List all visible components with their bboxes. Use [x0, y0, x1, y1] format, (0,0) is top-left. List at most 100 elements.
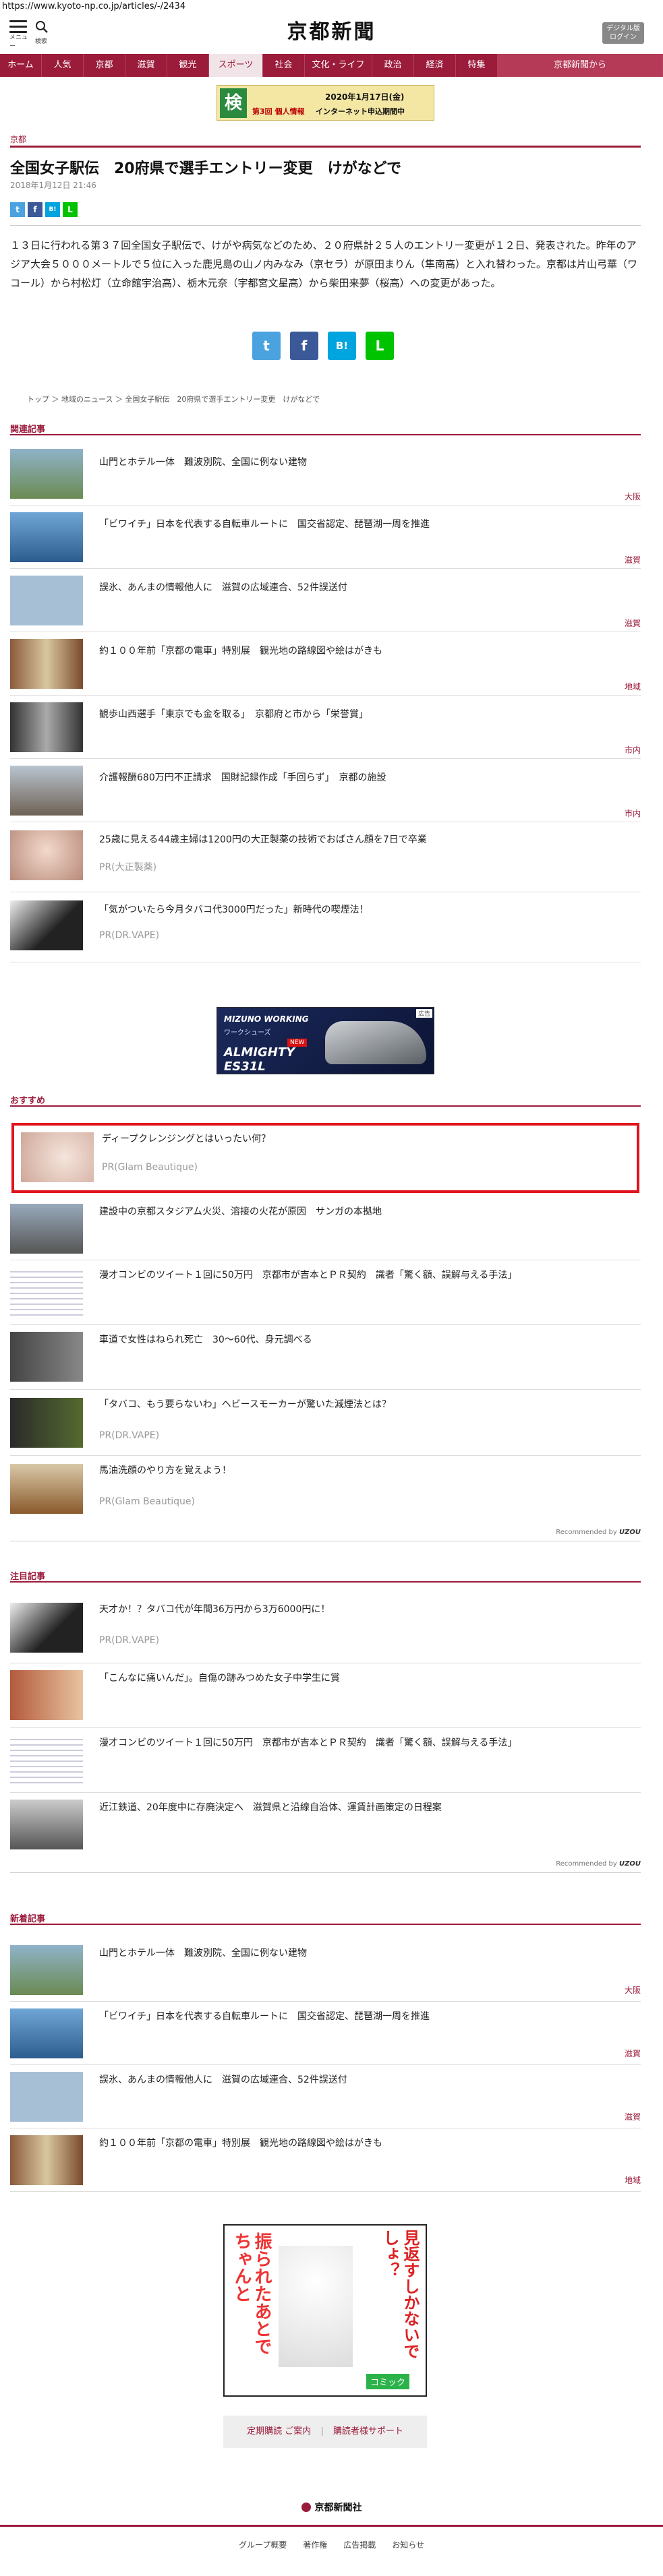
featured-recommended-by[interactable]: Recommended by UZOU [472, 1860, 641, 1868]
list-item-tag: 地域 [624, 2176, 641, 2185]
nav-from-kyoto-np[interactable]: 京都新聞から [498, 54, 663, 77]
footer: グループ概要 著作権 広告掲載 お知らせ [0, 2525, 663, 2576]
share-buttons-large: t f B! L [252, 332, 394, 360]
list-item[interactable]: 観歩山西選手「東京でも金を取る」 京都府と市から「栄誉賞」 市内 [10, 696, 641, 759]
footer-link-copyright[interactable]: 著作権 [303, 2539, 327, 2550]
pr-label: PR(DR.VAPE) [99, 930, 160, 941]
list-item[interactable]: 建設中の京都スタジアム火災、溶接の火花が原因 サンガの本拠地 [10, 1197, 641, 1260]
list-item-tag: 市内 [624, 809, 641, 818]
pr-label: PR(大正製薬) [99, 862, 157, 873]
recommended-by[interactable]: Recommended by UZOU [472, 1529, 641, 1536]
mizuno-banner-ad[interactable]: MIZUNO WORKING ワークシューズ ALMIGHTY ES31L NE… [217, 1007, 434, 1074]
nav-tourism[interactable]: 観光 [167, 54, 209, 77]
list-item[interactable]: 「ビワイチ」日本を代表する自転車ルートに 国交省認定、琵琶湖一周を推進 滋賀 [10, 505, 641, 569]
manga-ad[interactable]: 振られたあとでちゃんと 見返すしかないでしょ？ コミック [223, 2224, 427, 2397]
list-item[interactable]: 「ビワイチ」日本を代表する自転車ルートに 国交省認定、琵琶湖一周を推進 滋賀 [10, 2002, 641, 2065]
footer-logo[interactable]: 京都新聞社 [0, 2501, 663, 2514]
thumbnail [10, 2072, 83, 2122]
nav-politics[interactable]: 政治 [372, 54, 414, 77]
subscribe-link[interactable]: 定期購読 ご案内 [247, 2426, 311, 2436]
list-item[interactable]: 山門とホテル一体 難波別院、全国に例ない建物 大阪 [10, 1938, 641, 2002]
nav-kyoto[interactable]: 京都 [84, 54, 125, 77]
nav-economy[interactable]: 経済 [414, 54, 456, 77]
related-rule [10, 434, 641, 435]
support-link[interactable]: 購読者様サポート [333, 2426, 403, 2436]
list-item[interactable]: 漫才コンビのツイート１回に50万円 京都市が吉本とＰＲ契約 識者「驚く額、誤解与… [10, 1728, 641, 1793]
thumbnail [10, 766, 83, 816]
related-section-title: 関連記事 [10, 425, 46, 435]
shoe-image [325, 1021, 426, 1064]
list-item[interactable]: 介護報酬680万円不正請求 国財記録作成「手回らず」 京都の施設 市内 [10, 759, 641, 822]
top-banner-ad[interactable]: 検 第3回 個人情報 インターネット申込期間中 2020年1月17日(金) [217, 85, 434, 121]
list-item[interactable]: 誤氷、あんまの情報他人に 滋賀の広域連合、52件誤送付 滋賀 [10, 569, 641, 632]
divider [10, 225, 641, 226]
footer-link-group[interactable]: グループ概要 [239, 2539, 287, 2550]
list-item-pr[interactable]: 25歳に見える44歳主婦は1200円の大正製薬の技術でおばさん顔を7日で卒業 P… [10, 822, 641, 892]
thumbnail [10, 2135, 83, 2185]
list-item[interactable]: 「こんなに痛いんだ」。自傷の跡みつめた女子中学生に賞 [10, 1663, 641, 1728]
twitter-icon[interactable]: t [10, 202, 25, 217]
nav-sports[interactable]: スポーツ [209, 54, 263, 77]
digital-login-button[interactable]: デジタル版 ログイン [602, 22, 644, 44]
hatena-icon[interactable]: B! [45, 202, 60, 217]
pr-label: PR(Glam Beautique) [99, 1496, 195, 1507]
list-item-title: 「タバコ、もう要らないわ」ヘビースモーカーが驚いた減煙法とは？ [99, 1399, 391, 1410]
ad-text-2: インターネット申込期間中 [316, 107, 405, 116]
line-icon[interactable]: L [63, 202, 78, 217]
list-item-tag: 大阪 [624, 1986, 641, 1995]
nav-shiga[interactable]: 滋賀 [125, 54, 167, 77]
login-label: ログイン [610, 34, 637, 41]
site-logo[interactable]: 京都新聞 [0, 20, 663, 44]
thumbnail [10, 512, 83, 562]
featured-rule [10, 1581, 641, 1583]
thumbnail [10, 1670, 83, 1720]
list-item[interactable]: 誤氷、あんまの情報他人に 滋賀の広域連合、52件誤送付 滋賀 [10, 2065, 641, 2128]
list-item[interactable]: 約１００年前「京都の電車」特別展 観光地の路線図や絵はがきも 地域 [10, 2128, 641, 2192]
thumbnail [10, 2008, 83, 2058]
ad-text-1: 第3回 個人情報 [252, 107, 305, 116]
list-item-title: 「気がついたら今月タバコ代3000円だった」新時代の喫煙法！ [99, 904, 369, 915]
list-item-pr[interactable]: 「タバコ、もう要らないわ」ヘビースモーカーが驚いた減煙法とは？ PR(DR.VA… [10, 1390, 641, 1456]
list-item-tag: 滋賀 [624, 2049, 641, 2058]
ad-sub: ワークシューズ [224, 1029, 271, 1037]
thumbnail [10, 1800, 83, 1849]
thumbnail [10, 1398, 83, 1448]
thumbnail [10, 1464, 83, 1514]
nav-popular[interactable]: 人気 [42, 54, 84, 77]
footer-link-news[interactable]: お知らせ [392, 2539, 424, 2550]
hatena-share-icon[interactable]: B! [328, 332, 356, 360]
nav-home[interactable]: ホーム [0, 54, 42, 77]
uzou-logo: UZOU [619, 1529, 641, 1536]
facebook-share-icon[interactable]: f [290, 332, 318, 360]
list-item-pr-highlighted[interactable]: ディープクレンジングとはいったい何？ PR(Glam Beautique) [11, 1123, 639, 1193]
url-bar[interactable]: https://www.kyoto-np.co.jp/articles/-/24… [0, 0, 663, 13]
list-item[interactable]: 約１００年前「京都の電車」特別展 観光地の路線図や絵はがきも 地域 [10, 632, 641, 696]
line-share-icon[interactable]: L [366, 332, 394, 360]
thumbnail [10, 900, 83, 950]
nav-feature[interactable]: 特集 [456, 54, 498, 77]
list-item[interactable]: 近江鉄道、20年度中に存廃決定へ 滋賀県と沿線自治体、運賃計画策定の日程案 [10, 1793, 641, 1859]
list-item[interactable]: 山門とホテル一体 難波別院、全国に例ない建物 大阪 [10, 442, 641, 505]
thumbnail [21, 1132, 94, 1182]
company-name: 京都新聞社 [314, 2503, 362, 2513]
list-item[interactable]: 車道で女性はねられ死亡 30～60代、身元調べる [10, 1325, 641, 1390]
list-item-title: 近江鉄道、20年度中に存廃決定へ 滋賀県と沿線自治体、運賃計画策定の日程案 [99, 1802, 442, 1813]
nav-society[interactable]: 社会 [263, 54, 305, 77]
twitter-share-icon[interactable]: t [252, 332, 281, 360]
list-item-title: ディープクレンジングとはいったい何？ [102, 1134, 271, 1144]
list-item-pr[interactable]: 「気がついたら今月タバコ代3000円だった」新時代の喫煙法！ PR(DR.VAP… [10, 892, 641, 962]
list-item-pr[interactable]: 馬油洗顔のやり方を覚えよう！ PR(Glam Beautique) [10, 1456, 641, 1522]
article-category[interactable]: 京都 [10, 133, 26, 145]
thumbnail [10, 1204, 83, 1254]
facebook-icon[interactable]: f [28, 202, 42, 217]
footer-link-ads[interactable]: 広告掲載 [343, 2539, 376, 2550]
list-item[interactable]: 漫才コンビのツイート１回に50万円 京都市が吉本とＰＲ契約 識者「驚く額、誤解与… [10, 1260, 641, 1325]
list-item-pr[interactable]: 天才か！？タバコ代が年間36万円から3万6000円に！ PR(DR.VAPE) [10, 1595, 641, 1663]
latest-section-title: 新着記事 [10, 1914, 46, 1924]
breadcrumb[interactable]: トップ ＞ 地域のニュース ＞ 全国女子駅伝 20府県で選手エントリー変更 けが… [27, 394, 634, 404]
list-item-title: 山門とホテル一体 難波別院、全国に例ない建物 [99, 1948, 307, 1959]
nav-culture[interactable]: 文化・ライフ [305, 54, 372, 77]
thumbnail [10, 830, 83, 880]
thumbnail [10, 576, 83, 625]
manga-text-2: 見返すしかないでしょ？ [380, 2230, 420, 2359]
